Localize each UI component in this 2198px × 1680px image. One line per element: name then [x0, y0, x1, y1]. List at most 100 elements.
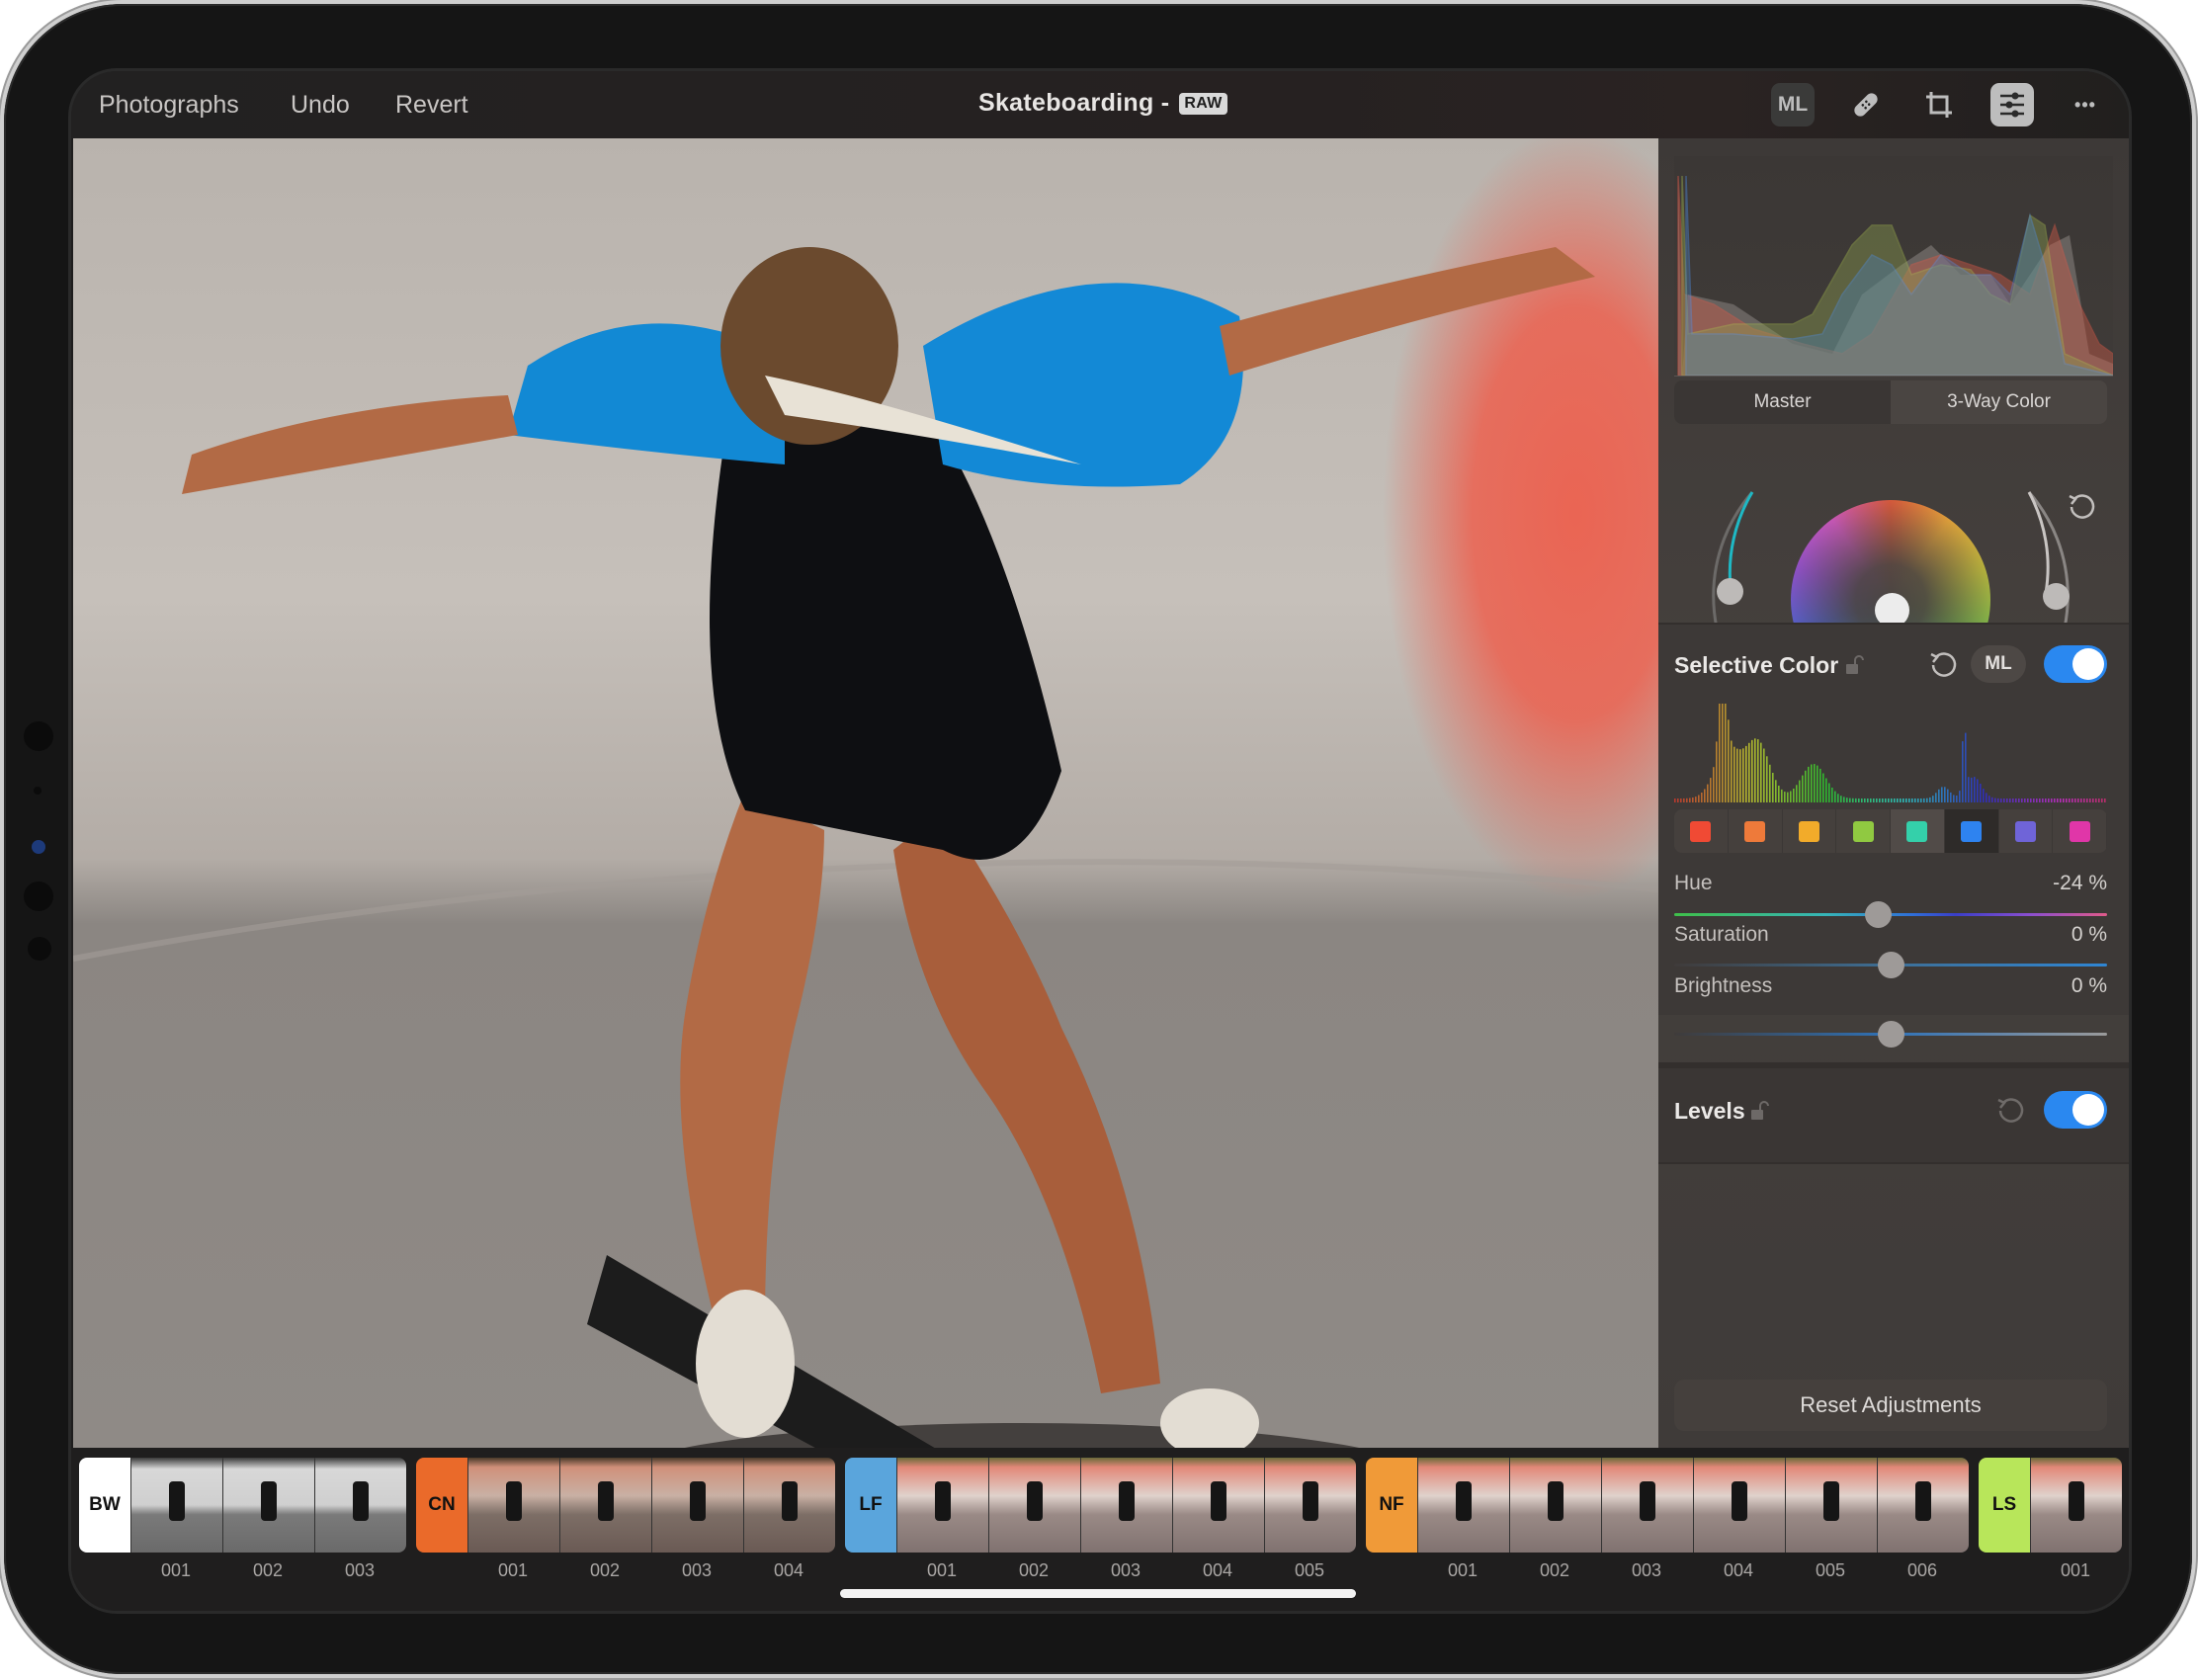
preset-thumbnail[interactable] — [1877, 1458, 1969, 1553]
color-swatch[interactable] — [1836, 809, 1891, 853]
color-swatch[interactable] — [2053, 809, 2107, 853]
hue-histogram-bar — [1775, 780, 1777, 802]
hue-histogram-bar — [1849, 798, 1851, 802]
photographs-button[interactable]: Photographs — [99, 91, 239, 120]
hue-histogram-bar — [2098, 798, 2100, 802]
preset-thumbnail[interactable] — [1264, 1458, 1356, 1553]
reset-icon[interactable] — [1994, 1094, 2026, 1126]
preset-group-tag[interactable]: NF — [1366, 1458, 1417, 1553]
brightness-value: 0 % — [2071, 974, 2107, 997]
preset-thumbnail[interactable] — [743, 1458, 835, 1553]
hue-histogram-bar — [1781, 789, 1783, 802]
hue-histogram-bar — [2054, 798, 2056, 802]
color-swatch[interactable] — [1999, 809, 2054, 853]
hue-histogram-bar — [1686, 798, 1688, 802]
lock-icon[interactable] — [1844, 654, 1866, 676]
hue-histogram-bar — [1799, 780, 1801, 802]
lock-icon[interactable] — [1749, 1100, 1771, 1122]
hue-histogram-bar — [1692, 798, 1694, 802]
color-swatch[interactable] — [1944, 809, 1999, 853]
shadows-slider-handle[interactable] — [1717, 578, 1743, 605]
selective-color-toggle[interactable] — [2044, 645, 2107, 683]
preset-thumbnail[interactable] — [559, 1458, 651, 1553]
preset-group-tag[interactable]: BW — [79, 1458, 130, 1553]
more-button[interactable]: ••• — [2064, 83, 2107, 126]
camera-sensor — [28, 937, 51, 961]
ml-button[interactable]: ML — [1771, 83, 1815, 126]
histogram-graph — [1677, 175, 2114, 377]
brightness-slider-thumb[interactable] — [1878, 1021, 1904, 1048]
hue-histogram-bar — [2048, 798, 2050, 802]
home-indicator[interactable] — [840, 1589, 1356, 1598]
hue-histogram-bar — [1763, 748, 1765, 802]
preset-thumbnail[interactable] — [651, 1458, 743, 1553]
hue-histogram-bar — [2006, 798, 2008, 802]
presets-filmstrip[interactable]: 001 002 003 BW 001 002 003 004 CN 001 002 003 004 005… — [71, 1448, 2129, 1611]
hue-histogram-bar — [1953, 795, 1955, 802]
preset-thumbnail[interactable] — [1417, 1458, 1509, 1553]
preset-thumbnail[interactable] — [1693, 1458, 1785, 1553]
preset-thumbnail[interactable] — [130, 1458, 222, 1553]
reset-icon[interactable] — [1927, 648, 1959, 680]
revert-button[interactable]: Revert — [395, 91, 468, 120]
hue-histogram-bar — [1802, 775, 1804, 802]
brightness-slider[interactable] — [1674, 1021, 2107, 1048]
preset-thumbnail[interactable] — [1080, 1458, 1172, 1553]
repair-button[interactable] — [1844, 83, 1888, 126]
preset-group-tag[interactable]: LF — [845, 1458, 896, 1553]
hue-histogram-bar — [1920, 798, 1922, 802]
tab-master[interactable]: Master — [1674, 380, 1891, 424]
hue-slider-thumb[interactable] — [1864, 901, 1892, 928]
preset-thumbnail[interactable] — [988, 1458, 1080, 1553]
photo-canvas[interactable] — [73, 138, 1658, 1448]
preset-thumbnail[interactable] — [2030, 1458, 2122, 1553]
raw-badge: RAW — [1179, 93, 1227, 115]
hue-slider[interactable] — [1674, 901, 2107, 928]
undo-button[interactable]: Undo — [291, 91, 350, 120]
color-swatch[interactable] — [1783, 809, 1837, 853]
tab-3-way-color[interactable]: 3-Way Color — [1891, 380, 2107, 424]
swatch-chip — [1744, 820, 1766, 842]
color-swatch[interactable] — [1891, 809, 1945, 853]
preset-thumbnail[interactable] — [314, 1458, 406, 1553]
brightness-label: Brightness — [1674, 974, 1773, 997]
swatch-chip — [1906, 820, 1928, 842]
hue-histogram-bar — [1873, 798, 1875, 802]
color-swatch[interactable] — [1729, 809, 1783, 853]
levels-toggle[interactable] — [2044, 1091, 2107, 1129]
preset-thumbnail[interactable] — [1601, 1458, 1693, 1553]
preset-thumbnail[interactable] — [222, 1458, 314, 1553]
hue-histogram-bar — [1864, 798, 1866, 802]
thumbnail-subject — [1027, 1481, 1043, 1521]
preset-number: 001 — [160, 1560, 192, 1580]
hue-histogram-bar — [2039, 798, 2041, 802]
thumbnail-subject — [2069, 1481, 2084, 1521]
ml-auto-button[interactable]: ML — [1971, 645, 2026, 683]
crop-button[interactable] — [1917, 83, 1961, 126]
hue-histogram-bar — [1997, 798, 1999, 802]
hue-histogram-bar — [1947, 789, 1949, 802]
preset-thumbnail[interactable] — [896, 1458, 988, 1553]
preset-number: 001 — [497, 1560, 529, 1580]
hue-histogram-bar — [1840, 796, 1842, 802]
hue-histogram-bar — [2089, 798, 2091, 802]
reset-icon[interactable] — [2066, 490, 2097, 522]
color-swatch[interactable] — [1674, 809, 1729, 853]
saturation-slider[interactable] — [1674, 952, 2107, 978]
hue-histogram-bar — [1731, 740, 1733, 802]
preset-thumbnail[interactable] — [1509, 1458, 1601, 1553]
thumbnail-subject — [353, 1481, 369, 1521]
reset-adjustments-button[interactable]: Reset Adjustments — [1674, 1380, 2107, 1431]
preset-thumbnail[interactable] — [1172, 1458, 1264, 1553]
preset-group-tag[interactable]: LS — [1979, 1458, 2030, 1553]
hue-histogram-bar — [1882, 798, 1884, 802]
saturation-slider-thumb[interactable] — [1878, 952, 1904, 978]
preset-thumbnail[interactable] — [1785, 1458, 1877, 1553]
highlights-slider-handle[interactable] — [2043, 583, 2070, 610]
preset-group-tag[interactable]: CN — [416, 1458, 467, 1553]
adjustments-button[interactable] — [1990, 83, 2034, 126]
hue-histogram-bar — [1722, 704, 1724, 802]
preset-thumbnail[interactable] — [467, 1458, 559, 1553]
hue-histogram-bar — [2042, 798, 2044, 802]
preset-number: 001 — [1447, 1560, 1479, 1580]
